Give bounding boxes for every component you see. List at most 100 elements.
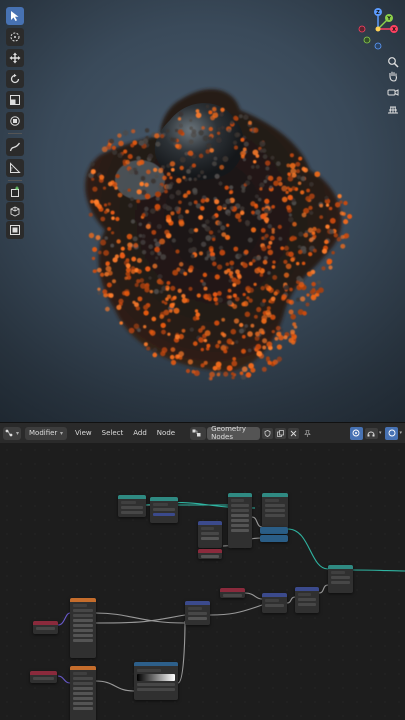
scale-icon[interactable]	[6, 91, 24, 109]
move-icon[interactable]	[6, 49, 24, 67]
node-tree-name-field[interactable]: Geometry Nodes	[207, 425, 261, 441]
particle-instance	[130, 269, 136, 274]
particle-instance	[269, 235, 275, 241]
particle-instance	[301, 212, 307, 218]
particle-instance	[157, 274, 163, 279]
fake-user-shield-icon[interactable]	[262, 427, 274, 439]
node-combine-xyz[interactable]	[295, 587, 319, 613]
node-noise-texture-2[interactable]	[70, 666, 96, 720]
link	[57, 675, 71, 684]
particle-instance	[297, 181, 302, 186]
inset-icon[interactable]	[6, 221, 24, 239]
particle-instance	[333, 233, 338, 238]
gizmo-toggle-icon[interactable]	[385, 426, 399, 440]
particle-instance	[181, 328, 186, 333]
particle-instance	[223, 371, 229, 377]
particle-instance	[307, 271, 313, 277]
node-scene-time-2[interactable]	[30, 671, 57, 683]
particle-instance	[145, 224, 151, 230]
particle-instance	[252, 149, 259, 156]
geometry-node-editor[interactable]: ▾ Modifier ▾ View Select Add Node Geomet…	[0, 422, 405, 720]
node-noise-texture[interactable]	[70, 598, 96, 658]
particle-instance	[96, 267, 102, 273]
node-input-value[interactable]	[198, 549, 222, 559]
node-color-ramp[interactable]	[134, 662, 178, 700]
add-cube-icon[interactable]	[6, 183, 24, 201]
particle-instance	[117, 192, 123, 198]
node-instance-on-points[interactable]	[262, 493, 288, 529]
particle-instance	[93, 199, 100, 205]
3d-viewport[interactable]: Z X Y	[0, 0, 405, 422]
link	[286, 596, 296, 604]
particle-instance	[288, 187, 293, 192]
particle-instance	[171, 302, 176, 306]
node-math-multiply[interactable]	[185, 601, 210, 625]
node-canvas[interactable]	[0, 443, 405, 720]
camera-icon[interactable]	[385, 84, 401, 100]
annotate-icon[interactable]	[6, 138, 24, 156]
editor-type-dropdown[interactable]: ▾	[3, 426, 21, 440]
particle-instance	[110, 231, 115, 235]
node-group-output[interactable]	[328, 565, 353, 593]
particle-instance	[181, 293, 186, 299]
cursor-icon[interactable]	[6, 28, 24, 46]
transform-icon[interactable]	[6, 112, 24, 130]
particle-instance	[312, 248, 317, 253]
particle-instance	[223, 349, 228, 354]
node-object-geometry[interactable]	[150, 497, 178, 523]
select-box-icon[interactable]	[6, 7, 24, 25]
particle-instance	[296, 275, 302, 282]
node-position-input[interactable]	[33, 621, 58, 634]
node-object-info[interactable]	[118, 495, 146, 517]
measure-icon[interactable]	[6, 159, 24, 177]
particle-instance	[138, 140, 143, 146]
particle-instance	[170, 347, 176, 352]
particle-instance	[143, 310, 149, 316]
snapping-icon[interactable]	[364, 427, 378, 439]
particle-instance	[175, 144, 180, 149]
particle-instance	[158, 185, 162, 189]
particle-instance	[275, 161, 281, 167]
menu-view[interactable]: View	[75, 429, 92, 437]
axis-gizmo[interactable]: Z X Y	[348, 4, 403, 59]
menu-node[interactable]: Node	[157, 429, 175, 437]
particle-instance	[295, 261, 300, 266]
particle-instance	[281, 296, 286, 301]
overlay-toggle-icon[interactable]	[349, 426, 363, 440]
menu-select[interactable]: Select	[102, 429, 124, 437]
particle-instance	[316, 280, 321, 285]
link	[57, 612, 71, 626]
menu-add[interactable]: Add	[133, 429, 147, 437]
node-distribute-points[interactable]	[228, 493, 252, 548]
node-math[interactable]	[198, 521, 222, 548]
color-ramp-gradient[interactable]	[137, 674, 175, 681]
particle-instance	[165, 214, 172, 220]
particle-instance	[301, 166, 306, 172]
node-tree-browse[interactable]	[190, 426, 207, 440]
extrude-icon[interactable]	[6, 202, 24, 220]
pin-icon[interactable]	[302, 428, 313, 439]
particle-instance	[139, 159, 145, 165]
particle-instance	[177, 288, 182, 293]
particle-instance	[265, 166, 270, 171]
duplicate-icon[interactable]	[275, 427, 287, 439]
link	[244, 592, 263, 600]
mode-dropdown[interactable]: Modifier ▾	[25, 426, 67, 440]
grid-view-icon[interactable]	[385, 101, 401, 117]
particle-instance	[343, 200, 348, 206]
particle-instance	[208, 136, 213, 141]
close-icon[interactable]	[288, 427, 300, 439]
node-vector-math[interactable]	[262, 593, 287, 613]
node-set-material[interactable]	[260, 535, 288, 542]
pan-hand-icon[interactable]	[385, 68, 401, 84]
node-scene-time[interactable]	[220, 588, 245, 598]
particle-instance	[90, 169, 96, 175]
particle-instance	[254, 267, 261, 274]
particle-blob-object[interactable]	[60, 80, 360, 390]
node-realize-instances[interactable]	[260, 527, 288, 534]
particle-instance	[287, 194, 293, 201]
particle-instance	[97, 250, 102, 255]
rotate-icon[interactable]	[6, 70, 24, 88]
particle-instance	[285, 190, 289, 195]
particle-instance	[254, 203, 258, 208]
